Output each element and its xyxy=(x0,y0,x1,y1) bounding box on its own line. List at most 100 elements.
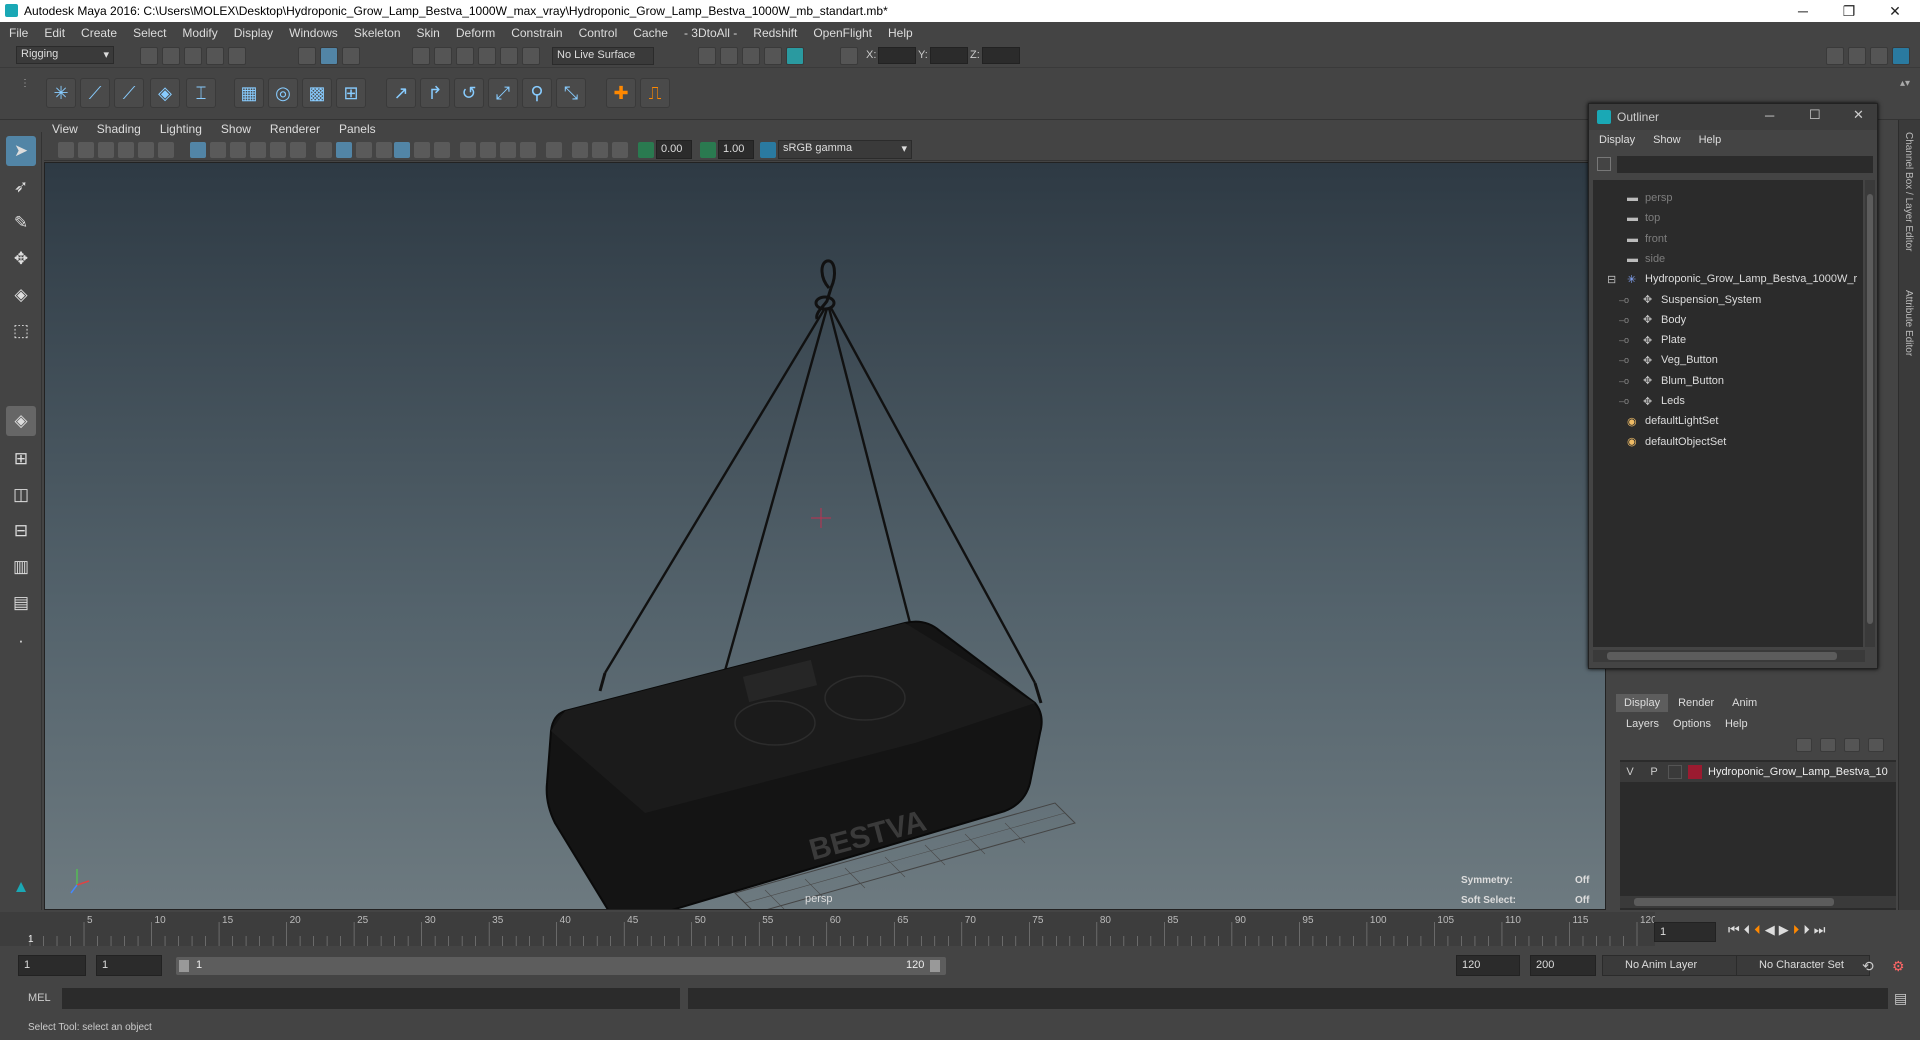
command-input[interactable] xyxy=(62,988,680,1009)
outliner-item[interactable]: –o ✥ Blum_Button xyxy=(1593,371,1863,391)
menu-help[interactable]: Help xyxy=(888,26,913,40)
save-scene-icon[interactable] xyxy=(184,47,202,65)
layer-color-swatch[interactable] xyxy=(1688,765,1702,779)
outliner-item[interactable]: –o ✥ Leds xyxy=(1593,391,1863,411)
exposure-field[interactable]: 0.00 xyxy=(656,140,692,159)
render-view-icon[interactable] xyxy=(764,47,782,65)
transform-mode-icon[interactable] xyxy=(840,47,858,65)
channel-box-toggle-icon[interactable] xyxy=(1892,47,1910,65)
gamma-field[interactable]: 1.00 xyxy=(718,140,754,159)
outliner-menu-help[interactable]: Help xyxy=(1699,134,1722,146)
safe-action-icon[interactable] xyxy=(290,142,306,158)
shelf-options-icon[interactable]: ⋮ xyxy=(20,78,30,89)
menu-skeleton[interactable]: Skeleton xyxy=(354,26,401,40)
select-hierarchy-icon[interactable] xyxy=(298,47,316,65)
joint-tool-icon[interactable]: ✳ xyxy=(46,78,76,108)
layer-menu-help[interactable]: Help xyxy=(1725,718,1748,730)
orient-joint-icon[interactable]: ◈ xyxy=(150,78,180,108)
step-forward-frame-icon[interactable]: ⏵ xyxy=(1803,922,1810,938)
step-back-key-icon[interactable]: ⏴ xyxy=(1754,922,1761,938)
undo-icon[interactable] xyxy=(206,47,224,65)
select-tool-icon[interactable]: ➤ xyxy=(6,136,36,166)
layer-menu-options[interactable]: Options xyxy=(1673,718,1711,730)
menu-openflight[interactable]: OpenFlight xyxy=(813,26,872,40)
snap-grid-icon[interactable] xyxy=(412,47,430,65)
auto-key-icon[interactable]: ⟲ xyxy=(1862,958,1874,975)
select-object-icon[interactable] xyxy=(320,47,338,65)
viewport-persp[interactable]: BESTVA persp Symmetry: Off Soft Select: … xyxy=(44,162,1606,910)
lattice-icon[interactable]: ▩ xyxy=(302,78,332,108)
anti-aliasing-icon[interactable] xyxy=(500,142,516,158)
y-field[interactable] xyxy=(930,47,968,64)
bookmark-icon[interactable] xyxy=(98,142,114,158)
xray-joints-icon[interactable] xyxy=(572,142,588,158)
menu-create[interactable]: Create xyxy=(81,26,117,40)
outliner-item[interactable]: –o ✥ Body xyxy=(1593,310,1863,330)
new-empty-layer-icon[interactable] xyxy=(1844,738,1860,752)
layer-type-toggle[interactable] xyxy=(1668,765,1682,779)
exposure-icon[interactable] xyxy=(638,142,654,158)
wireframe-icon[interactable] xyxy=(316,142,332,158)
outliner-layout-icon[interactable]: ▥ xyxy=(6,552,36,582)
outliner-item[interactable]: ▬ top xyxy=(1593,208,1863,228)
orient-constraint-icon[interactable]: ↺ xyxy=(454,78,484,108)
smooth-shade-icon[interactable] xyxy=(336,142,352,158)
maximize-icon[interactable]: ☐ xyxy=(1809,107,1821,123)
maya-home-icon[interactable]: ▲ xyxy=(6,872,36,902)
modeling-toolkit-icon[interactable] xyxy=(1826,47,1844,65)
command-language-label[interactable]: MEL xyxy=(28,992,51,1004)
shadows-icon[interactable] xyxy=(434,142,450,158)
magnet-icon[interactable] xyxy=(522,47,540,65)
single-pane-layout-icon[interactable]: ◈ xyxy=(6,406,36,436)
hik-character-icon[interactable]: ⎍ xyxy=(640,78,670,108)
outliner-item[interactable]: ◉ defaultLightSet xyxy=(1593,411,1863,431)
outliner-item[interactable]: –o ✥ Suspension_System xyxy=(1593,290,1863,310)
ipr-render-icon[interactable] xyxy=(742,47,760,65)
image-plane-icon[interactable] xyxy=(118,142,134,158)
view-transform-dropdown[interactable]: sRGB gamma ▾ xyxy=(778,140,912,159)
snap-live-icon[interactable] xyxy=(500,47,518,65)
gamma-icon[interactable] xyxy=(700,142,716,158)
grid-toggle-icon[interactable] xyxy=(190,142,206,158)
outliner-hscroll[interactable] xyxy=(1593,650,1865,662)
panel-menu-lighting[interactable]: Lighting xyxy=(160,122,202,136)
menu-file[interactable]: File xyxy=(9,26,28,40)
playback-end-field[interactable]: 120 xyxy=(1456,955,1520,976)
use-all-lights-icon[interactable] xyxy=(414,142,430,158)
range-start-handle[interactable] xyxy=(179,960,189,972)
menu-3dtoall[interactable]: - 3DtoAll - xyxy=(684,26,737,40)
redo-icon[interactable] xyxy=(228,47,246,65)
outliner-search-input[interactable] xyxy=(1617,155,1873,173)
rotate-tool-icon[interactable]: ◈ xyxy=(6,280,36,310)
current-frame-field[interactable]: 1 xyxy=(1654,922,1716,942)
outliner-item[interactable]: ⊟ ✳ Hydroponic_Grow_Lamp_Bestva_1000W_r xyxy=(1593,269,1863,289)
range-slider[interactable]: 1 120 xyxy=(176,957,946,975)
scale-constraint-icon[interactable]: ⤢ xyxy=(488,78,518,108)
menu-set-dropdown[interactable]: Rigging ▾ xyxy=(16,46,114,64)
character-set-dropdown[interactable]: No Character Set xyxy=(1736,955,1870,976)
attribute-editor-tab[interactable]: Attribute Editor xyxy=(1903,290,1914,356)
hud-icon[interactable] xyxy=(612,142,628,158)
collapse-icon[interactable]: ⊟ xyxy=(1607,273,1616,286)
render-settings-icon[interactable] xyxy=(698,47,716,65)
menu-control[interactable]: Control xyxy=(579,26,618,40)
panel-menu-show[interactable]: Show xyxy=(221,122,251,136)
scale-tool-icon[interactable]: ⬚ xyxy=(6,316,36,346)
snap-curve-icon[interactable] xyxy=(434,47,452,65)
select-component-icon[interactable] xyxy=(342,47,360,65)
panel-menu-view[interactable]: View xyxy=(52,122,78,136)
mirror-joint-icon[interactable]: ⌶ xyxy=(186,78,216,108)
animation-preferences-icon[interactable]: ⚙ xyxy=(1892,958,1905,975)
live-surface-field[interactable]: No Live Surface xyxy=(552,47,654,65)
point-constraint-icon[interactable]: ↗ xyxy=(386,78,416,108)
layer-hscroll[interactable] xyxy=(1620,896,1896,908)
menu-select[interactable]: Select xyxy=(133,26,166,40)
film-gate-icon[interactable] xyxy=(210,142,226,158)
xray-active-icon[interactable] xyxy=(592,142,608,158)
playback-start-field[interactable]: 1 xyxy=(96,955,162,976)
locator-icon[interactable]: ✚ xyxy=(606,78,636,108)
move-layer-down-icon[interactable] xyxy=(1820,738,1836,752)
close-icon[interactable]: ✕ xyxy=(1853,107,1864,123)
menu-constrain[interactable]: Constrain xyxy=(511,26,562,40)
panel-menu-shading[interactable]: Shading xyxy=(97,122,141,136)
